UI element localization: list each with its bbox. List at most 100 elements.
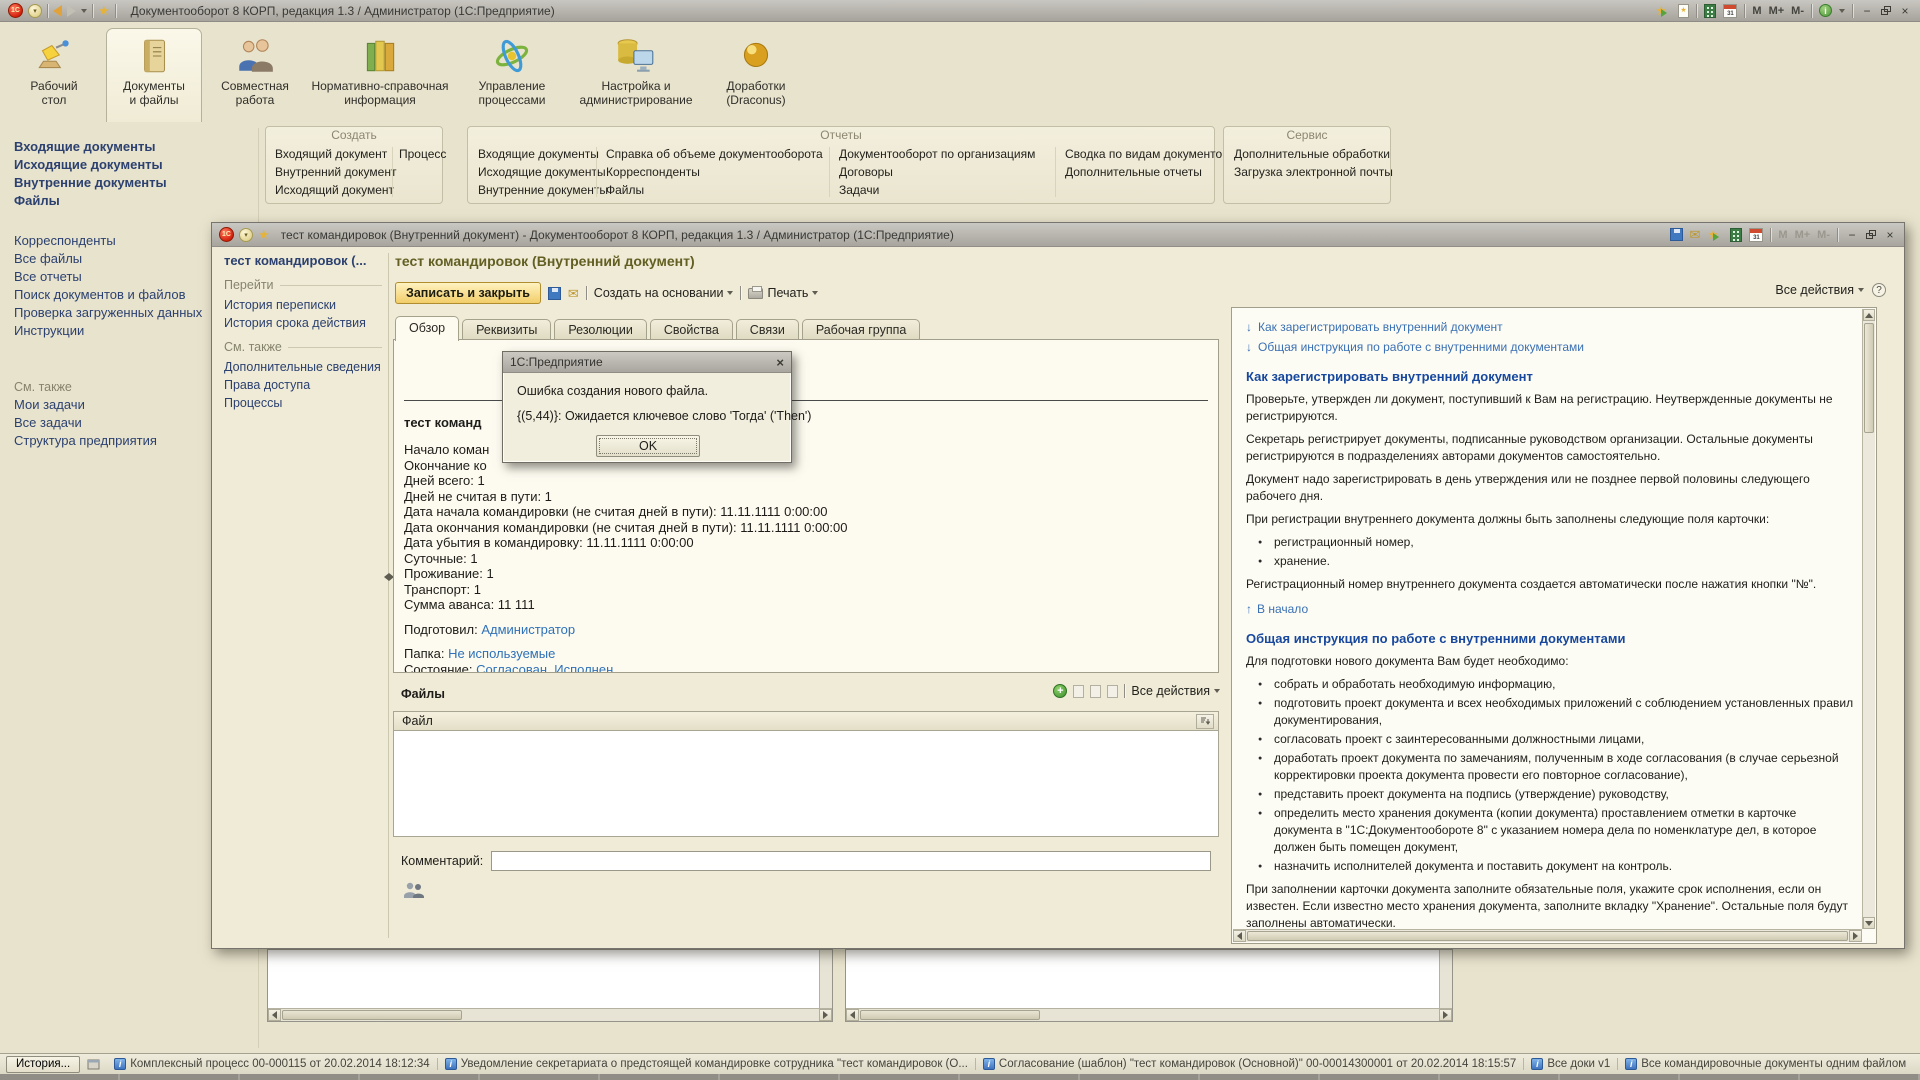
scrollbar-thumb[interactable]: [282, 1010, 462, 1020]
tab-working-group[interactable]: Рабочая группа: [802, 319, 921, 341]
files-table-header[interactable]: Файл: [393, 711, 1219, 731]
minimize-button[interactable]: −: [1860, 5, 1874, 17]
service-email-load[interactable]: Загрузка электронной почты: [1234, 163, 1393, 181]
scrollbar-thumb[interactable]: [860, 1010, 1040, 1020]
sort-icon[interactable]: [1196, 714, 1214, 729]
help-vertical-scrollbar[interactable]: [1862, 309, 1875, 929]
status-item[interactable]: iВсе доки v1: [1523, 1058, 1610, 1070]
toc-link-general[interactable]: Общая инструкция по работе с внутренними…: [1258, 339, 1584, 356]
help-button[interactable]: ?: [1872, 283, 1886, 297]
current-document-link[interactable]: тест командировок (...: [224, 253, 382, 268]
prepared-by-link[interactable]: Администратор: [481, 622, 575, 637]
forward-arrow-icon[interactable]: [67, 5, 76, 17]
tab-properties[interactable]: Свойства: [650, 319, 733, 341]
info-icon[interactable]: i: [1819, 4, 1832, 17]
calendar-icon[interactable]: 31: [1723, 4, 1737, 18]
mail-icon[interactable]: ✉: [1690, 228, 1701, 241]
horizontal-scrollbar[interactable]: [846, 1008, 1452, 1021]
ribbon-tab-documents[interactable]: Документыи файлы: [106, 28, 202, 122]
scroll-left-icon[interactable]: [1233, 930, 1246, 942]
save-and-close-button[interactable]: Записать и закрыть: [395, 282, 541, 304]
status-item[interactable]: iСогласование (шаблон) "тест командирово…: [975, 1058, 1516, 1070]
service-additional-processing[interactable]: Дополнительные обработки: [1234, 145, 1393, 163]
report-internal[interactable]: Внутренние документы: [478, 181, 608, 199]
back-to-top-link[interactable]: В начало: [1257, 601, 1308, 618]
status-item[interactable]: iВсе командировочные документы одним фай…: [1617, 1058, 1906, 1070]
print-button[interactable]: Печать: [748, 286, 818, 300]
state-link[interactable]: Согласован, Исполнен: [476, 662, 613, 674]
scrollbar-thumb[interactable]: [1864, 323, 1874, 433]
scrollbar-thumb[interactable]: [1247, 931, 1848, 941]
info-dropdown-icon[interactable]: [1839, 9, 1845, 13]
report-volume[interactable]: Справка об объеме документооборота: [606, 145, 823, 163]
status-item[interactable]: iКомплексный процесс 00-000115 от 20.02.…: [107, 1058, 430, 1070]
favorites-star-icon[interactable]: ★: [98, 4, 110, 17]
vertical-scrollbar[interactable]: [1439, 950, 1452, 1009]
add-file-icon[interactable]: +: [1053, 684, 1067, 698]
calculator-icon[interactable]: [1730, 228, 1742, 242]
save-icon[interactable]: [548, 287, 561, 300]
add-favorite-icon[interactable]: ★: [1707, 228, 1723, 242]
report-contracts[interactable]: Договоры: [839, 163, 1035, 181]
system-menu-icon[interactable]: ▾: [239, 228, 253, 242]
tab-overview[interactable]: Обзор: [395, 316, 459, 341]
system-menu-icon[interactable]: ▾: [28, 4, 42, 18]
working-group-icon[interactable]: [402, 881, 426, 902]
scroll-left-icon[interactable]: [846, 1009, 859, 1021]
back-arrow-icon[interactable]: [53, 5, 62, 17]
folder-link[interactable]: Не используемые: [448, 646, 555, 661]
close-button[interactable]: ×: [1883, 229, 1897, 241]
file-properties-icon[interactable]: [1107, 685, 1118, 698]
ribbon-tab-collaboration[interactable]: Совместнаяработа: [210, 28, 300, 122]
sidebar-item-files[interactable]: Файлы: [14, 192, 254, 210]
close-icon[interactable]: ×: [776, 355, 784, 370]
tab-resolutions[interactable]: Резолюции: [554, 319, 647, 341]
nav-processes[interactable]: Процессы: [224, 394, 382, 412]
maximize-button[interactable]: [1866, 230, 1876, 239]
memory-mplus-button[interactable]: M+: [1795, 229, 1811, 241]
nav-correspondence-history[interactable]: История переписки: [224, 296, 382, 314]
memory-mminus-button[interactable]: M-: [1791, 5, 1804, 17]
tab-links[interactable]: Связи: [736, 319, 799, 341]
all-actions-button[interactable]: Все действия: [1775, 283, 1864, 297]
save-file-icon[interactable]: [1090, 685, 1101, 698]
calculator-icon[interactable]: [1704, 4, 1716, 18]
memory-mplus-button[interactable]: M+: [1769, 5, 1785, 17]
report-correspondents[interactable]: Корреспонденты: [606, 163, 823, 181]
ribbon-tab-process-management[interactable]: Управлениепроцессами: [460, 28, 564, 122]
history-dropdown-icon[interactable]: [81, 9, 87, 13]
create-incoming-document[interactable]: Входящий документ: [275, 145, 396, 163]
restore-button[interactable]: [1881, 6, 1891, 15]
ribbon-tab-desktop[interactable]: Рабочийстол: [10, 28, 98, 122]
memory-m-button[interactable]: M: [1778, 229, 1787, 241]
scroll-left-icon[interactable]: [268, 1009, 281, 1021]
create-internal-document[interactable]: Внутренний документ: [275, 163, 396, 181]
sidebar-item-internal[interactable]: Внутренние документы: [14, 174, 254, 192]
report-by-organization[interactable]: Документооборот по организациям: [839, 145, 1035, 163]
memory-m-button[interactable]: M: [1752, 5, 1761, 17]
report-incoming[interactable]: Входящие документы: [478, 145, 608, 163]
report-files[interactable]: Файлы: [606, 181, 823, 199]
add-favorite-icon[interactable]: ★: [1655, 4, 1671, 18]
report-additional[interactable]: Дополнительные отчеты: [1065, 163, 1229, 181]
ribbon-tab-administration[interactable]: Настройка иадминистрирование: [572, 28, 700, 122]
report-tasks[interactable]: Задачи: [839, 181, 1035, 199]
status-item[interactable]: iУведомление секретариата о предстоящей …: [437, 1058, 968, 1070]
files-all-actions-button[interactable]: Все действия: [1131, 684, 1220, 698]
nav-additional-info[interactable]: Дополнительные сведения: [224, 358, 382, 376]
toc-link-register[interactable]: Как зарегистрировать внутренний документ: [1258, 319, 1503, 336]
create-based-on-button[interactable]: Создать на основании: [594, 286, 734, 300]
minimize-button[interactable]: −: [1845, 229, 1859, 241]
nav-validity-history[interactable]: История срока действия: [224, 314, 382, 332]
nav-access-rights[interactable]: Права доступа: [224, 376, 382, 394]
ok-button[interactable]: OK: [596, 435, 700, 457]
sidebar-item-outgoing[interactable]: Исходящие документы: [14, 156, 254, 174]
close-button[interactable]: ×: [1898, 5, 1912, 17]
create-outgoing-document[interactable]: Исходящий документ: [275, 181, 396, 199]
sidebar-item-incoming[interactable]: Входящие документы: [14, 138, 254, 156]
calendar-icon[interactable]: 31: [1749, 228, 1763, 242]
files-table-body[interactable]: [393, 731, 1219, 837]
memory-mminus-button[interactable]: M-: [1817, 229, 1830, 241]
vertical-scrollbar[interactable]: [819, 950, 832, 1009]
report-outgoing[interactable]: Исходящие документы: [478, 163, 608, 181]
